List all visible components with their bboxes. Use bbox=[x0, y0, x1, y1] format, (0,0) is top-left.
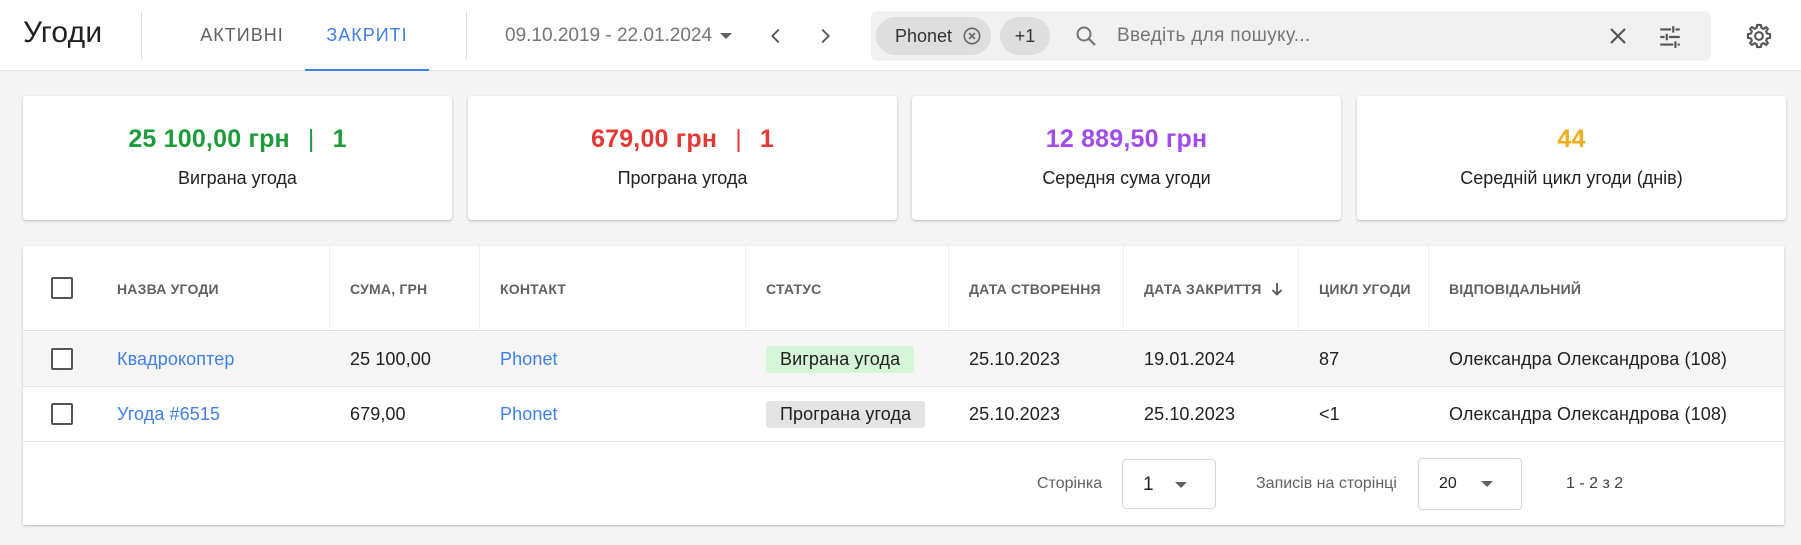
dropdown-arrow-icon bbox=[720, 33, 733, 39]
search-input[interactable] bbox=[1117, 19, 1587, 53]
chevron-right-icon bbox=[821, 28, 830, 44]
column-header-label: СТАТУС bbox=[766, 280, 822, 297]
more-filters-chip[interactable]: +1 bbox=[1000, 17, 1050, 55]
tune-icon[interactable] bbox=[1657, 24, 1683, 50]
column-header-label: СУМА, ГРН bbox=[350, 280, 428, 297]
column-header-closed[interactable]: ДАТА ЗАКРИТТЯ bbox=[1124, 246, 1299, 331]
per-page-select[interactable]: 20 bbox=[1418, 458, 1522, 510]
row-checkbox[interactable] bbox=[51, 403, 73, 425]
tab-closed[interactable]: ЗАКРИТІ bbox=[305, 0, 429, 71]
column-header-label: ДАТА СТВОРЕННЯ bbox=[969, 280, 1101, 297]
date-range-picker[interactable]: 09.10.2019 - 22.01.2024 bbox=[505, 23, 733, 49]
row-checkbox[interactable] bbox=[51, 348, 73, 370]
stat-amount: 12 889,50 грн bbox=[1045, 125, 1208, 153]
chip-remove-icon[interactable] bbox=[963, 27, 981, 45]
deal-owner: Олександра Олександрова (108) bbox=[1449, 349, 1728, 369]
per-page-select-value: 20 bbox=[1439, 475, 1457, 492]
column-header-label: КОНТАКТ bbox=[500, 280, 567, 297]
stat-count: 1 bbox=[332, 125, 347, 153]
stat-separator: | bbox=[735, 125, 742, 153]
dropdown-arrow-icon bbox=[1175, 482, 1187, 488]
stat-value: 679,00 грн | 1 bbox=[468, 125, 897, 154]
arrow-down-icon[interactable] bbox=[1269, 281, 1285, 297]
column-header-label: ДАТА ЗАКРИТТЯ bbox=[1144, 280, 1262, 297]
next-period-button[interactable] bbox=[810, 21, 840, 51]
table-row[interactable]: Угода #6515 679,00 Phonet Програна угода… bbox=[23, 387, 1784, 442]
filter-chip-phonet[interactable]: Phonet bbox=[876, 17, 991, 55]
deal-sum: 25 100,00 bbox=[350, 349, 431, 369]
header-divider bbox=[141, 11, 142, 60]
created-date: 25.10.2023 bbox=[969, 404, 1061, 424]
column-header-name[interactable]: НАЗВА УГОДИ bbox=[23, 246, 330, 331]
stat-value: 44 bbox=[1357, 125, 1786, 154]
deals-table: НАЗВА УГОДИ СУМА, ГРН КОНТАКТ СТАТУС ДАТ… bbox=[23, 246, 1784, 525]
stat-card-average-sum: 12 889,50 грн Середня сума угоди bbox=[912, 96, 1341, 220]
prev-period-button[interactable] bbox=[761, 21, 791, 51]
close-icon[interactable] bbox=[1606, 24, 1630, 48]
stat-amount: 25 100,00 грн bbox=[128, 125, 290, 153]
stat-amount: 679,00 грн bbox=[590, 125, 718, 153]
column-header-sum[interactable]: СУМА, ГРН bbox=[330, 246, 480, 331]
status-cell: Виграна угода bbox=[766, 332, 915, 387]
page-select[interactable]: 1 bbox=[1122, 459, 1216, 509]
created-date: 25.10.2023 bbox=[969, 349, 1061, 369]
column-header-created[interactable]: ДАТА СТВОРЕННЯ bbox=[949, 246, 1124, 331]
page-title: Угоди bbox=[23, 16, 103, 49]
top-bar: Угоди АКТИВНІ ЗАКРИТІ 09.10.2019 - 22.01… bbox=[0, 0, 1801, 71]
stat-separator: | bbox=[307, 125, 315, 153]
date-range-value: 09.10.2019 - 22.01.2024 bbox=[505, 25, 713, 46]
stat-count: 1 bbox=[759, 125, 774, 153]
deal-name-link[interactable]: Квадрокоптер bbox=[117, 332, 234, 387]
page-label: Сторінка bbox=[1037, 475, 1103, 492]
stat-label: Середня сума угоди bbox=[1042, 168, 1211, 188]
closed-date: 19.01.2024 bbox=[1144, 349, 1236, 369]
per-page-label: Записів на сторінці bbox=[1256, 475, 1397, 492]
header-divider bbox=[466, 11, 467, 60]
stat-value: 25 100,00 грн | 1 bbox=[23, 125, 452, 154]
deal-sum: 679,00 bbox=[350, 404, 406, 424]
column-header-label: ЦИКЛ УГОДИ bbox=[1319, 280, 1411, 297]
dropdown-arrow-icon bbox=[1481, 481, 1493, 487]
stat-label: Виграна угода bbox=[178, 168, 297, 188]
closed-date: 25.10.2023 bbox=[1144, 404, 1236, 424]
stat-label: Програна угода bbox=[617, 168, 748, 188]
stat-label: Середній цикл угоди (днів) bbox=[1460, 168, 1683, 188]
stat-card-lost: 679,00 грн | 1 Програна угода bbox=[468, 96, 897, 220]
status-badge: Програна угода bbox=[766, 401, 926, 428]
column-header-owner[interactable]: ВІДПОВІДАЛЬНИЙ bbox=[1429, 246, 1784, 331]
column-header-contact[interactable]: КОНТАКТ bbox=[480, 246, 746, 331]
status-badge: Виграна угода bbox=[766, 346, 915, 373]
deal-owner: Олександра Олександрова (108) bbox=[1449, 404, 1728, 424]
status-cell: Програна угода bbox=[766, 387, 926, 442]
table-row[interactable]: Квадрокоптер 25 100,00 Phonet Виграна уг… bbox=[23, 332, 1784, 387]
pagination-range: 1 - 2 з 2 bbox=[1566, 475, 1624, 492]
contact-link[interactable]: Phonet bbox=[500, 387, 558, 442]
stat-value: 12 889,50 грн bbox=[912, 125, 1341, 154]
page-select-value: 1 bbox=[1143, 474, 1154, 495]
tab-active[interactable]: АКТИВНІ bbox=[184, 0, 300, 71]
stat-amount: 44 bbox=[1557, 125, 1586, 153]
deal-name-link[interactable]: Угода #6515 bbox=[117, 387, 220, 442]
column-header-cycle[interactable]: ЦИКЛ УГОДИ bbox=[1299, 246, 1429, 331]
stat-card-average-cycle: 44 Середній цикл угоди (днів) bbox=[1357, 96, 1786, 220]
deal-cycle: <1 bbox=[1319, 404, 1340, 424]
deal-cycle: 87 bbox=[1319, 349, 1340, 369]
column-header-label: НАЗВА УГОДИ bbox=[117, 280, 219, 297]
column-header-status[interactable]: СТАТУС bbox=[746, 246, 949, 331]
column-header-label: ВІДПОВІДАЛЬНИЙ bbox=[1449, 280, 1582, 297]
stat-card-won: 25 100,00 грн | 1 Виграна угода bbox=[23, 96, 452, 220]
table-header: НАЗВА УГОДИ СУМА, ГРН КОНТАКТ СТАТУС ДАТ… bbox=[23, 246, 1784, 331]
search-icon bbox=[1076, 26, 1096, 46]
chevron-left-icon bbox=[771, 28, 780, 44]
gear-icon[interactable] bbox=[1745, 22, 1773, 50]
filter-chip-label: Phonet bbox=[895, 25, 953, 46]
contact-link[interactable]: Phonet bbox=[500, 332, 558, 387]
search-bar: Phonet +1 bbox=[871, 11, 1711, 61]
